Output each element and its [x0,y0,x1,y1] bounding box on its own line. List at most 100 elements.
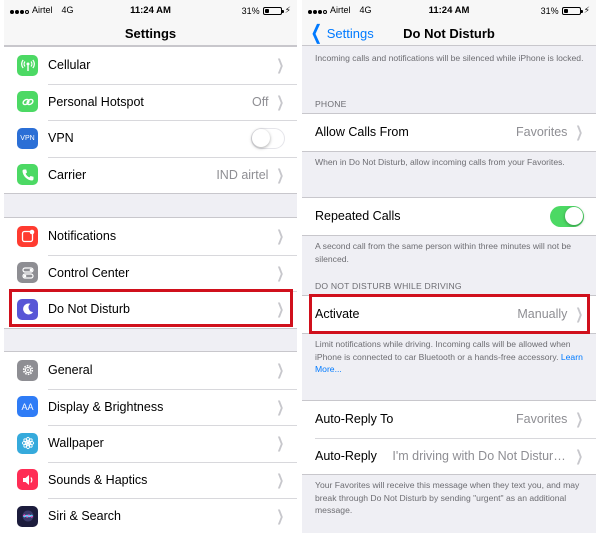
locked-note: Incoming calls and notifications will be… [315,53,584,63]
row-label: VPN [48,131,74,146]
settings-row-cellular[interactable]: Cellular ❯ [4,47,297,84]
phone-section-header: PHONE [315,99,347,109]
chevron-right-icon: ❯ [575,411,584,429]
battery-percent: 31% [540,5,559,16]
siri-icon [17,505,38,527]
row-label: Display & Brightness [48,399,164,414]
activate-note: Limit notifications while driving. Incom… [315,338,584,376]
nav-bar: Settings [4,22,297,46]
page-title: Settings [124,26,177,41]
charging-bolt-icon: ⚡ [583,5,590,15]
auto-reply-to-row[interactable]: Auto-Reply To Favorites ❯ [302,401,596,438]
row-value: IND airtel [216,167,269,182]
gear-icon [17,359,38,381]
row-label: Cellular [48,58,91,73]
settings-row-control-center[interactable]: Control Center ❯ [4,254,297,292]
chevron-right-icon: ❯ [276,471,285,489]
chevron-right-icon: ❯ [276,508,285,526]
activate-value: Manually [517,307,568,322]
chevron-right-icon: ❯ [276,301,285,319]
chevron-right-icon: ❯ [276,93,285,111]
settings-row-carrier[interactable]: Carrier IND airtel ❯ [4,156,297,194]
repeated-calls-label: Repeated Calls [315,209,401,224]
chevron-right-icon: ❯ [276,264,285,282]
activate-group: Activate Manually ❯ [302,295,596,334]
chevron-right-icon: ❯ [276,166,285,184]
auto-reply-row[interactable]: Auto-Reply I'm driving with Do Not Distu… [302,437,596,475]
settings-row-display-brightness[interactable]: AA Display & Brightness ❯ [4,388,297,426]
settings-row-vpn[interactable]: VPN VPN [4,120,297,157]
row-label: Sounds & Haptics [48,472,148,487]
auto-reply-group: Auto-Reply To Favorites ❯ Auto-Reply I'm… [302,400,596,475]
chevron-right-icon: ❯ [575,124,584,142]
chevron-right-icon: ❯ [276,228,285,246]
do-not-disturb-screen: Airtel 4G 11:24 AM 31% ⚡ ❮ Settings Do N… [302,0,596,533]
allow-calls-group: Allow Calls From Favorites ❯ [302,113,596,152]
activate-label: Activate [315,307,360,322]
battery-icon [561,6,583,15]
allow-calls-from-label: Allow Calls From [315,125,409,140]
phone-icon [17,164,38,186]
auto-reply-value: I'm driving with Do Not Disturb... [392,448,568,463]
row-label: Wallpaper [48,436,104,451]
settings-row-general[interactable]: General ❯ [4,352,297,389]
antenna-icon [17,54,38,76]
auto-reply-note: Your Favorites will receive this message… [315,480,580,515]
settings-row-sounds-haptics[interactable]: Sounds & Haptics ❯ [4,461,297,499]
allow-calls-from-row[interactable]: Allow Calls From Favorites ❯ [302,114,596,151]
row-label: Do Not Disturb [48,302,130,317]
speaker-icon [17,469,38,491]
activate-note-text: Limit notifications while driving. Incom… [315,339,571,362]
network-settings-group: Cellular ❯ Personal Hotspot Off ❯ VPN VPN Carri… [4,46,297,194]
row-label: Personal Hotspot [48,94,144,109]
row-label: Notifications [48,229,117,244]
row-label: Carrier [48,167,87,182]
allow-calls-note: When in Do Not Disturb, allow incoming c… [315,157,565,167]
chevron-right-icon: ❯ [575,447,584,465]
battery-icon [262,6,284,15]
moon-icon [17,298,38,320]
row-label: General [48,363,93,378]
repeated-calls-note: A second call from the same person withi… [315,241,572,264]
battery-percent: 31% [241,5,260,16]
display-aa-icon: AA [17,396,38,418]
icon-text: VPN [20,134,35,142]
status-bar: Airtel 4G 11:24 AM 31% ⚡ [4,0,297,22]
activate-row[interactable]: Activate Manually ❯ [302,296,596,333]
vpn-toggle[interactable] [251,127,285,149]
general-settings-group: General ❯ AA Display & Brightness ❯ Wallpaper… [4,351,297,533]
row-value: Off [251,94,269,109]
allow-calls-from-value: Favorites [516,125,568,140]
repeated-calls-row: Repeated Calls [302,198,596,235]
vpn-icon: VPN [17,127,38,149]
hotspot-chain-icon [17,91,38,113]
chevron-right-icon: ❯ [575,306,584,324]
charging-bolt-icon: ⚡ [284,5,291,15]
settings-row-wallpaper[interactable]: Wallpaper ❯ [4,425,297,462]
chevron-right-icon: ❯ [276,362,285,380]
repeated-calls-group: Repeated Calls [302,197,596,236]
settings-row-siri-search[interactable]: Siri & Search ❯ [4,498,297,533]
driving-section-header: DO NOT DISTURB WHILE DRIVING [315,281,462,291]
status-bar: Airtel 4G 11:24 AM 31% ⚡ [302,0,596,22]
chevron-right-icon: ❯ [276,398,285,416]
icon-text: AA [21,401,34,412]
auto-reply-to-value: Favorites [516,412,568,427]
notification-settings-group: Notifications ❯ Control Center ❯ Do Not Dist… [4,217,297,329]
settings-screen: Airtel 4G 11:24 AM 31% ⚡ Settings Cellul… [4,0,297,533]
row-label: Siri & Search [48,509,121,524]
chevron-right-icon: ❯ [276,57,285,75]
wallpaper-flower-icon [17,432,38,454]
page-title: Do Not Disturb [403,26,495,41]
chevron-right-icon: ❯ [276,435,285,453]
row-label: Control Center [48,265,130,280]
auto-reply-label: Auto-Reply [315,448,377,463]
settings-row-do-not-disturb[interactable]: Do Not Disturb ❯ [4,291,297,328]
nav-bar: ❮ Settings Do Not Disturb [302,22,596,46]
control-center-icon [17,262,38,284]
auto-reply-to-label: Auto-Reply To [315,412,394,427]
settings-row-notifications[interactable]: Notifications ❯ [4,218,297,255]
notifications-icon [17,225,38,247]
settings-row-personal-hotspot[interactable]: Personal Hotspot Off ❯ [4,83,297,121]
repeated-calls-toggle[interactable] [550,205,584,227]
